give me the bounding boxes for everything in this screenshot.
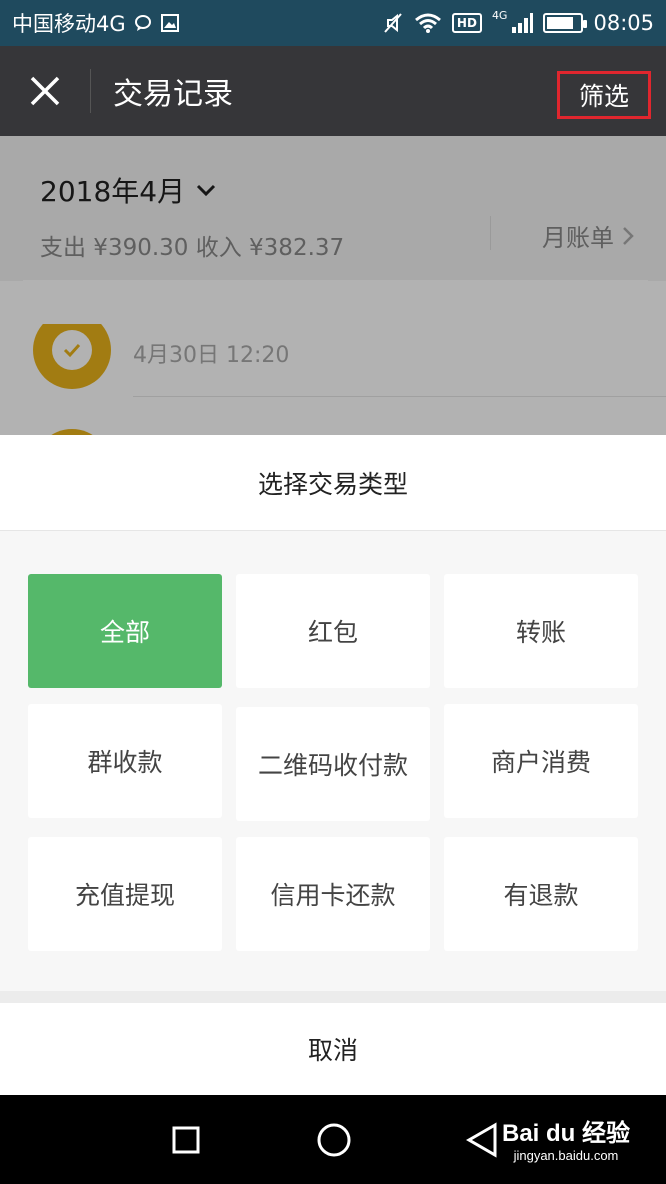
- mute-icon: [382, 12, 404, 34]
- option-transfer[interactable]: 转账: [444, 574, 638, 688]
- option-topup-withdraw[interactable]: 充值提现: [28, 837, 222, 951]
- title-divider: [90, 69, 91, 113]
- baidu-watermark: Bai du 经验 jingyan.baidu.com: [502, 1113, 630, 1163]
- option-group-collection[interactable]: 群收款: [28, 704, 222, 818]
- sheet-title: 选择交易类型: [0, 435, 666, 531]
- image-icon: [160, 13, 180, 33]
- network-type: 4G: [491, 8, 508, 22]
- option-credit-card[interactable]: 信用卡还款: [236, 837, 430, 951]
- triangle-back-icon: [465, 1122, 497, 1158]
- wifi-icon: [414, 12, 442, 34]
- option-qr-payment[interactable]: 二维码收付款: [236, 707, 430, 821]
- hd-badge: HD: [451, 13, 482, 33]
- clock: 08:05: [593, 11, 654, 35]
- transaction-type-sheet: 选择交易类型 全部 红包 转账 群收款 二维码收付款 商户消费 充值提现 信用卡…: [0, 435, 666, 1095]
- option-grid: 全部 红包 转账 群收款 二维码收付款 商户消费 充值提现 信用卡还款 有退款: [28, 574, 638, 951]
- back-button[interactable]: [462, 1120, 502, 1160]
- sheet-separator: [0, 991, 666, 1003]
- filter-button[interactable]: 筛选: [557, 71, 651, 119]
- chat-bubble-icon: [134, 14, 152, 32]
- option-all[interactable]: 全部: [28, 574, 222, 688]
- option-red-packet[interactable]: 红包: [236, 574, 430, 688]
- home-button[interactable]: [314, 1120, 354, 1160]
- carrier-label: 中国移动4G: [12, 12, 126, 36]
- page-title: 交易记录: [113, 77, 233, 112]
- battery-icon: [543, 13, 588, 33]
- status-bar: 中国移动4G HD 4G 08:05: [0, 0, 666, 46]
- circle-icon: [317, 1123, 351, 1157]
- watermark-logo: Bai du 经验: [501, 1120, 630, 1147]
- close-icon: [30, 76, 60, 106]
- recent-apps-button[interactable]: [166, 1120, 206, 1160]
- modal-overlay[interactable]: [0, 136, 666, 436]
- close-button[interactable]: [0, 46, 90, 136]
- option-refund[interactable]: 有退款: [444, 837, 638, 951]
- title-bar: 交易记录 筛选: [0, 46, 666, 136]
- cancel-button[interactable]: 取消: [0, 1003, 666, 1095]
- option-merchant[interactable]: 商户消费: [444, 704, 638, 818]
- watermark-url: jingyan.baidu.com: [513, 1148, 619, 1163]
- square-icon: [172, 1126, 200, 1154]
- navigation-bar: Bai du 经验 jingyan.baidu.com: [0, 1095, 666, 1184]
- signal-icon: [511, 12, 534, 34]
